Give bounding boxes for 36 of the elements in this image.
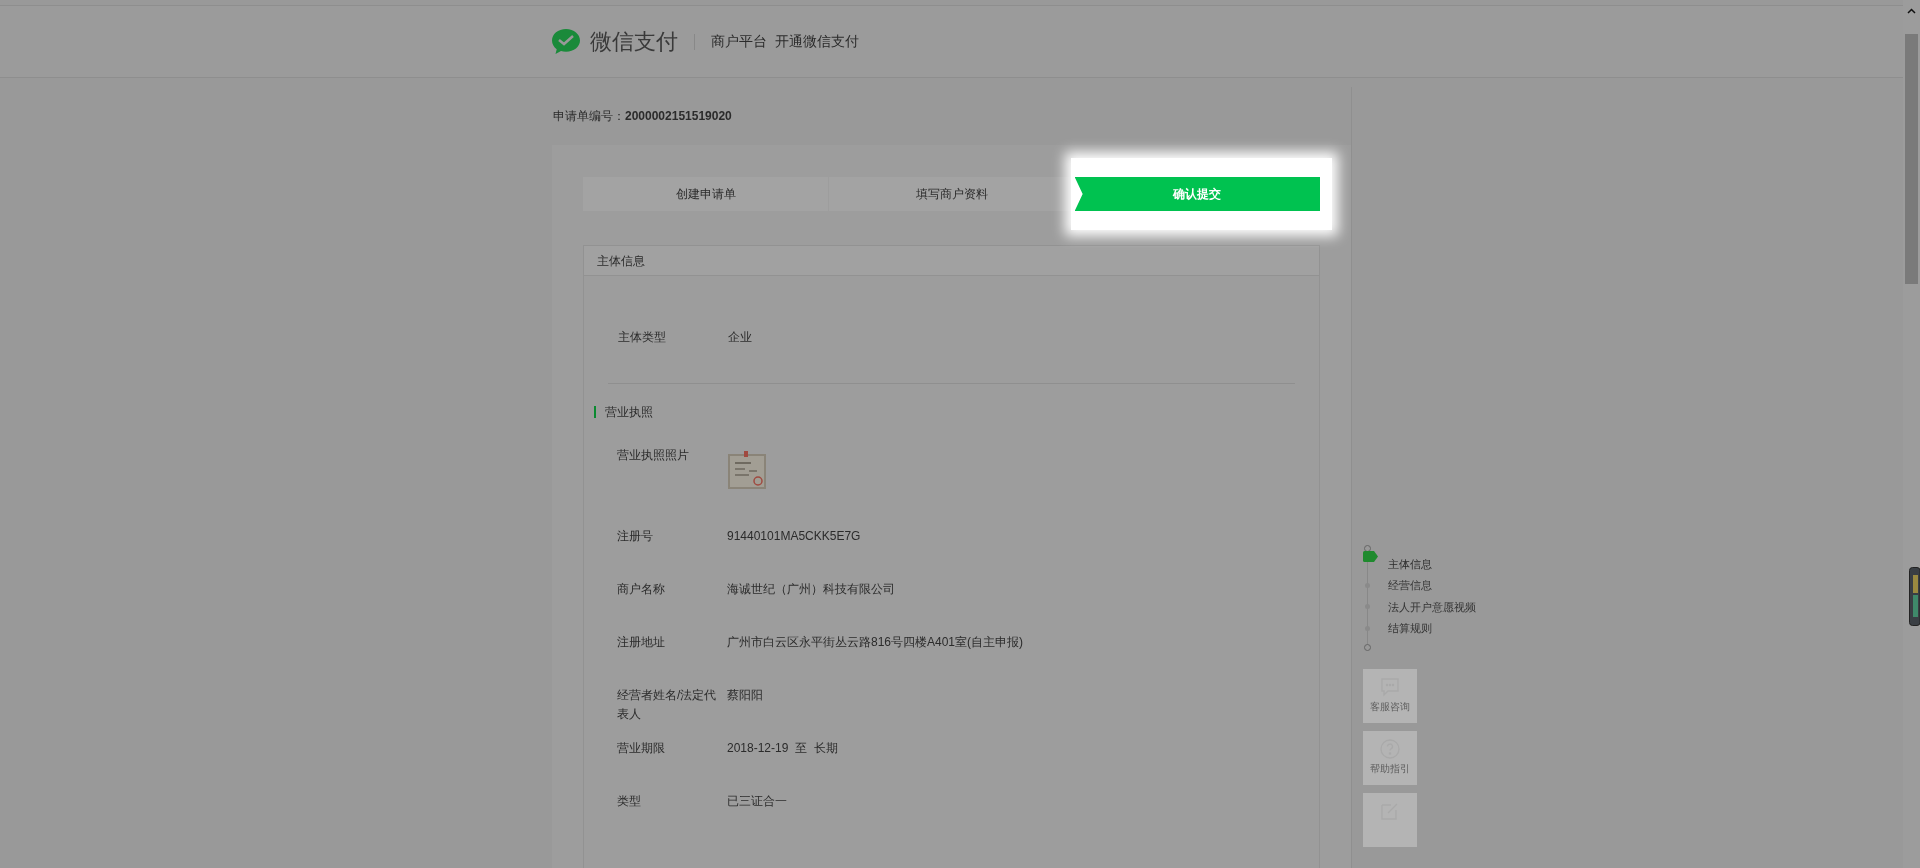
side-nav-link[interactable]: 主体信息: [1388, 555, 1432, 572]
header-link[interactable]: 开通微信支付: [775, 31, 859, 52]
field-value: 91440101MA5CKK5E7G: [727, 528, 861, 545]
side-tool-button[interactable]: 客服咨询: [1363, 669, 1417, 723]
field-value: 已三证合一: [727, 793, 787, 810]
logo-text: 微信支付: [590, 28, 678, 56]
header-link[interactable]: 商户平台: [711, 31, 767, 52]
field-label: 注册号: [617, 528, 654, 545]
scrollbar-thumb[interactable]: [1905, 34, 1918, 284]
scroll-up-icon[interactable]: [1907, 8, 1916, 14]
side-nav-link[interactable]: 结算规则: [1388, 620, 1432, 637]
field-value: 2018-12-19 至 长期: [727, 740, 838, 757]
field-label: 营业期限: [617, 740, 666, 757]
field-label: 商户名称: [617, 581, 666, 598]
field-label: 主体类型: [618, 328, 667, 346]
meter-icon: [1909, 567, 1920, 626]
logo-icon: [550, 27, 582, 56]
step-tab[interactable]: 确认提交: [1070, 158, 1332, 230]
application-number: 2000002151519020: [625, 108, 732, 125]
field-label: 经营者姓名/法定代表人: [617, 687, 717, 723]
side-nav-link[interactable]: 经营信息: [1388, 577, 1432, 594]
side-tool-button[interactable]: [1363, 793, 1417, 847]
field-value: 海诚世纪（广州）科技有限公司: [727, 581, 895, 598]
timeline-end-icon: [1364, 644, 1371, 651]
side-tool-button[interactable]: 帮助指引: [1363, 731, 1417, 785]
field-value: 企业: [728, 328, 752, 346]
section-title: 主体信息: [597, 252, 645, 270]
field-label: 类型: [617, 793, 642, 810]
field-label: 注册地址: [617, 634, 666, 651]
field-label: 营业执照照片: [617, 447, 690, 464]
side-nav-link[interactable]: 法人开户意愿视频: [1388, 598, 1476, 615]
field-value: 蔡阳阳: [727, 687, 763, 704]
subsection-title: 营业执照: [605, 404, 653, 421]
field-value: 广州市白云区永平街丛云路816号四楼A401室(自主申报): [727, 634, 1024, 651]
step-tab[interactable]: 创建申请单: [583, 177, 829, 211]
application-label: 申请单编号：: [553, 108, 625, 125]
